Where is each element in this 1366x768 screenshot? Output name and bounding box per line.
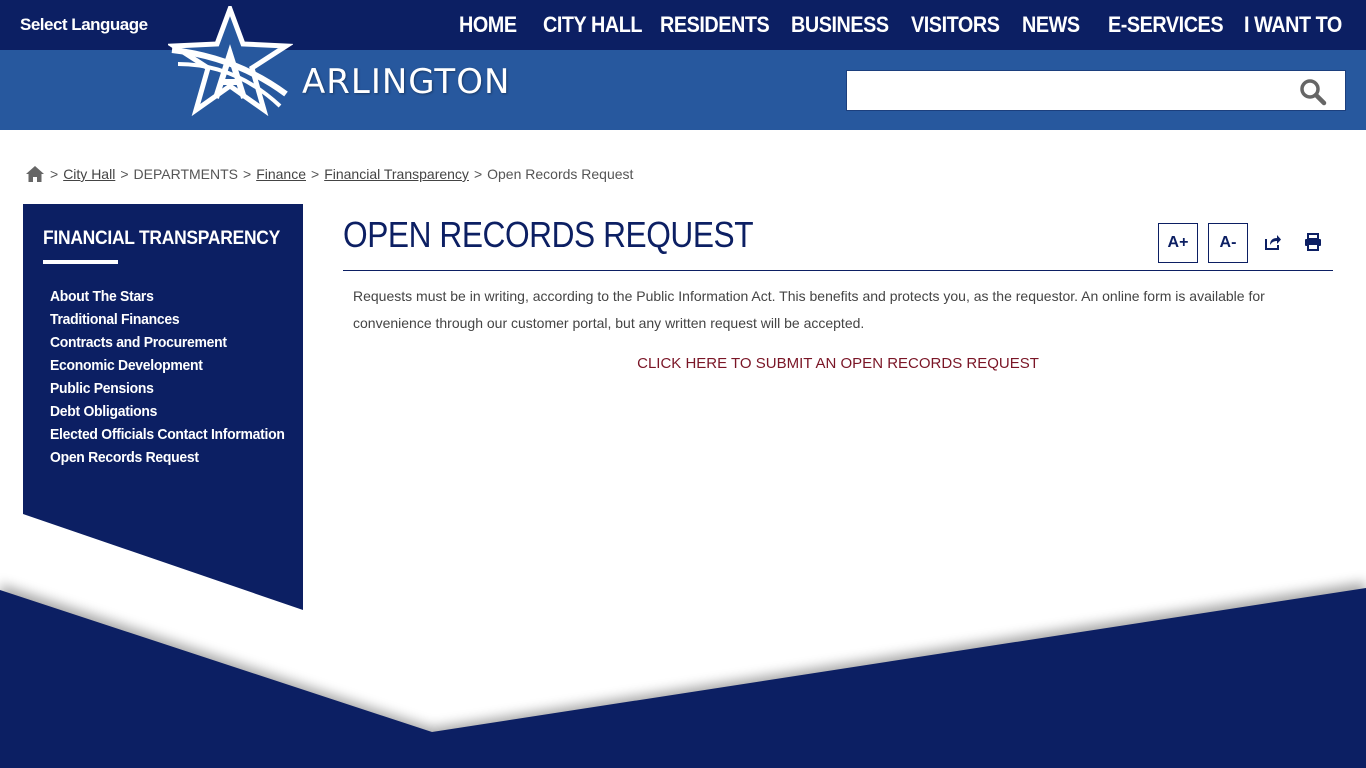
sidebar-item-open-records-request[interactable]: Open Records Request — [50, 449, 285, 472]
nav-visitors[interactable]: VISITORS — [911, 12, 1000, 38]
breadcrumb: > City Hall > DEPARTMENTS > Finance > Fi… — [25, 163, 633, 185]
breadcrumb-separator: > — [311, 166, 320, 182]
sidebar-nav: FINANCIAL TRANSPARENCY About The Stars T… — [23, 204, 303, 610]
font-increase-button[interactable]: A+ — [1158, 223, 1198, 263]
breadcrumb-separator: > — [50, 166, 59, 182]
breadcrumb-finance[interactable]: Finance — [256, 166, 306, 182]
sidebar-item-economic-development[interactable]: Economic Development — [50, 357, 285, 380]
breadcrumb-financial-transparency[interactable]: Financial Transparency — [324, 166, 469, 182]
nav-home[interactable]: HOME — [459, 12, 517, 38]
nav-residents[interactable]: RESIDENTS — [660, 12, 770, 38]
nav-city-hall[interactable]: CITY HALL — [543, 12, 642, 38]
breadcrumb-departments: DEPARTMENTS — [133, 166, 239, 182]
search-box — [846, 70, 1346, 111]
sidebar-item-about-the-stars[interactable]: About The Stars — [50, 288, 285, 311]
sidebar-item-elected-officials[interactable]: Elected Officials Contact Information — [50, 426, 285, 449]
sidebar-item-public-pensions[interactable]: Public Pensions — [50, 380, 285, 403]
breadcrumb-separator: > — [120, 166, 129, 182]
footer-background — [0, 582, 1366, 768]
body-paragraph: Requests must be in writing, according t… — [353, 288, 1265, 331]
breadcrumb-city-hall[interactable]: City Hall — [63, 166, 115, 182]
font-decrease-button[interactable]: A- — [1208, 223, 1248, 263]
title-divider — [343, 270, 1333, 271]
sidebar-item-debt-obligations[interactable]: Debt Obligations — [50, 403, 285, 426]
nav-i-want-to[interactable]: I WANT TO — [1244, 12, 1342, 38]
sidebar-item-traditional-finances[interactable]: Traditional Finances — [50, 311, 285, 334]
nav-e-services[interactable]: E-SERVICES — [1108, 12, 1224, 38]
breadcrumb-separator: > — [243, 166, 252, 182]
share-icon[interactable] — [1264, 233, 1282, 251]
nav-news[interactable]: NEWS — [1022, 12, 1080, 38]
nav-business[interactable]: BUSINESS — [791, 12, 889, 38]
arlington-star-logo[interactable] — [168, 6, 293, 116]
sidebar-list: About The Stars Traditional Finances Con… — [50, 288, 302, 472]
home-icon[interactable] — [25, 165, 45, 183]
print-icon[interactable] — [1304, 233, 1322, 251]
sidebar-title-underline — [43, 260, 118, 264]
brand-wordmark: ARLINGTON — [302, 62, 511, 102]
page-title: OPEN RECORDS REQUEST — [343, 214, 754, 255]
sidebar-title: FINANCIAL TRANSPARENCY — [43, 228, 281, 249]
breadcrumb-separator: > — [473, 166, 483, 182]
breadcrumb-current: Open Records Request — [487, 166, 634, 182]
submit-open-records-link[interactable]: CLICK HERE TO SUBMIT AN OPEN RECORDS REQ… — [343, 355, 1333, 372]
search-icon[interactable] — [1299, 78, 1327, 106]
search-input[interactable] — [847, 71, 1307, 110]
sidebar-item-contracts-procurement[interactable]: Contracts and Procurement — [50, 334, 285, 357]
